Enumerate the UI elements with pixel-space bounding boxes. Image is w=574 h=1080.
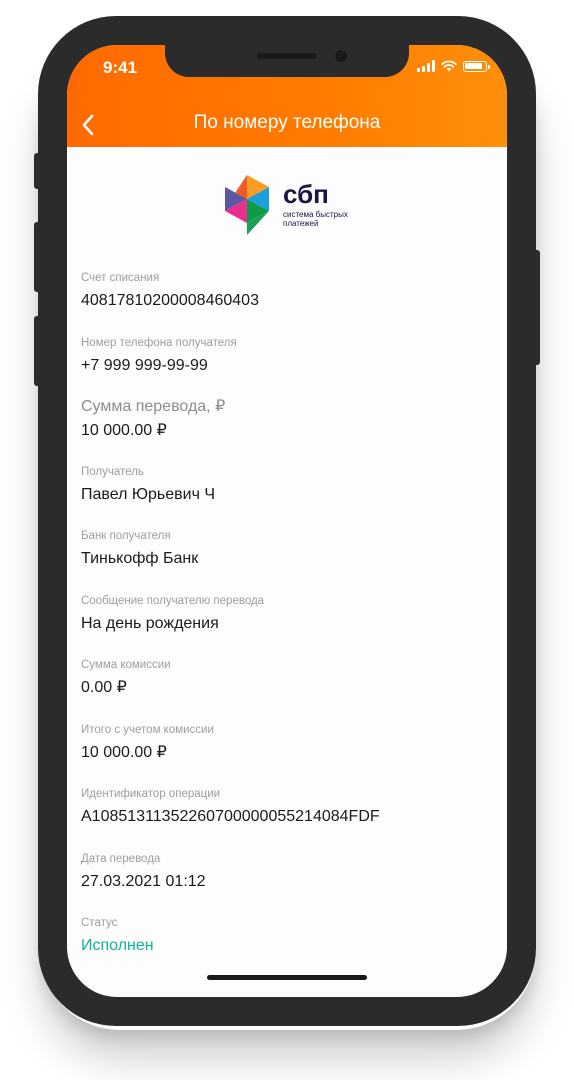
field-label: Статус bbox=[81, 917, 118, 929]
field-value: A10851311352260700000055214084FDF bbox=[81, 808, 380, 825]
phone-frame: 9:41 По номеру телефона сбп система быст… bbox=[38, 16, 536, 1026]
field-recipient-bank: Банк получателя Тинькофф Банк bbox=[81, 529, 491, 569]
field-value: 10 000.00 ₽ bbox=[81, 744, 167, 761]
field-label: Сообщение получателю перевода bbox=[81, 595, 265, 607]
field-recipient: Получатель Павел Юрьевич Ч bbox=[81, 465, 491, 505]
field-status: Статус Исполнен bbox=[81, 916, 491, 956]
field-value: На день рождения bbox=[81, 615, 219, 632]
field-label: Получатель bbox=[81, 466, 144, 478]
field-label: Сумма перевода, ₽ bbox=[81, 398, 226, 415]
screen: 9:41 По номеру телефона сбп система быст… bbox=[67, 45, 507, 997]
field-debit-account: Счет списания 40817810200008460403 bbox=[81, 271, 491, 311]
home-indicator[interactable] bbox=[207, 975, 367, 980]
field-label: Сумма комиссии bbox=[81, 659, 171, 671]
field-label: Итого с учетом комиссии bbox=[81, 724, 214, 736]
status-badge: Исполнен bbox=[81, 937, 154, 954]
field-value: Тинькофф Банк bbox=[81, 550, 199, 567]
field-total: Итого с учетом комиссии 10 000.00 ₽ bbox=[81, 723, 491, 763]
field-value: +7 999 999-99-99 bbox=[81, 357, 208, 374]
field-label: Номер телефона получателя bbox=[81, 337, 237, 349]
field-value: 0.00 ₽ bbox=[81, 679, 127, 696]
field-recipient-phone: Номер телефона получателя +7 999 999-99-… bbox=[81, 336, 491, 376]
field-value: Павел Юрьевич Ч bbox=[81, 486, 216, 503]
field-value: 27.03.2021 01:12 bbox=[81, 873, 206, 890]
device-notch bbox=[165, 45, 409, 77]
speaker-grille bbox=[257, 53, 317, 59]
field-message: Сообщение получателю перевода На день ро… bbox=[81, 594, 491, 634]
sbp-logo-mark bbox=[225, 175, 269, 235]
field-label: Дата перевода bbox=[81, 853, 161, 865]
sbp-logo-subtitle-line1: система быстрых bbox=[283, 210, 348, 219]
wifi-icon bbox=[441, 60, 457, 72]
sbp-logo: сбп система быстрых платежей bbox=[221, 171, 361, 237]
status-time: 9:41 bbox=[103, 58, 138, 77]
cellular-signal-icon bbox=[417, 60, 435, 72]
field-commission: Сумма комиссии 0.00 ₽ bbox=[81, 658, 491, 698]
field-value: 40817810200008460403 bbox=[81, 292, 259, 309]
sbp-logo-text: сбп система быстрых платежей bbox=[283, 181, 348, 228]
field-transfer-amount: Сумма перевода, ₽ 10 000.00 ₽ bbox=[81, 397, 491, 441]
field-value: 10 000.00 ₽ bbox=[81, 422, 167, 439]
field-label: Счет списания bbox=[81, 272, 160, 284]
sbp-logo-subtitle-line2: платежей bbox=[283, 219, 319, 228]
field-label: Идентификатор операции bbox=[81, 788, 221, 800]
device-mockup: 9:41 По номеру телефона сбп система быст… bbox=[0, 0, 574, 1080]
field-operation-id: Идентификатор операции A1085131135226070… bbox=[81, 787, 491, 827]
front-camera bbox=[335, 50, 347, 62]
battery-icon bbox=[463, 60, 490, 72]
sbp-logo-word: сбп bbox=[283, 179, 329, 209]
field-label: Банк получателя bbox=[81, 530, 171, 542]
page-title: По номеру телефона bbox=[193, 112, 381, 133]
navigation-bar: По номеру телефона bbox=[67, 107, 507, 143]
field-transfer-date: Дата перевода 27.03.2021 01:12 bbox=[81, 852, 491, 892]
status-icons bbox=[417, 60, 490, 72]
